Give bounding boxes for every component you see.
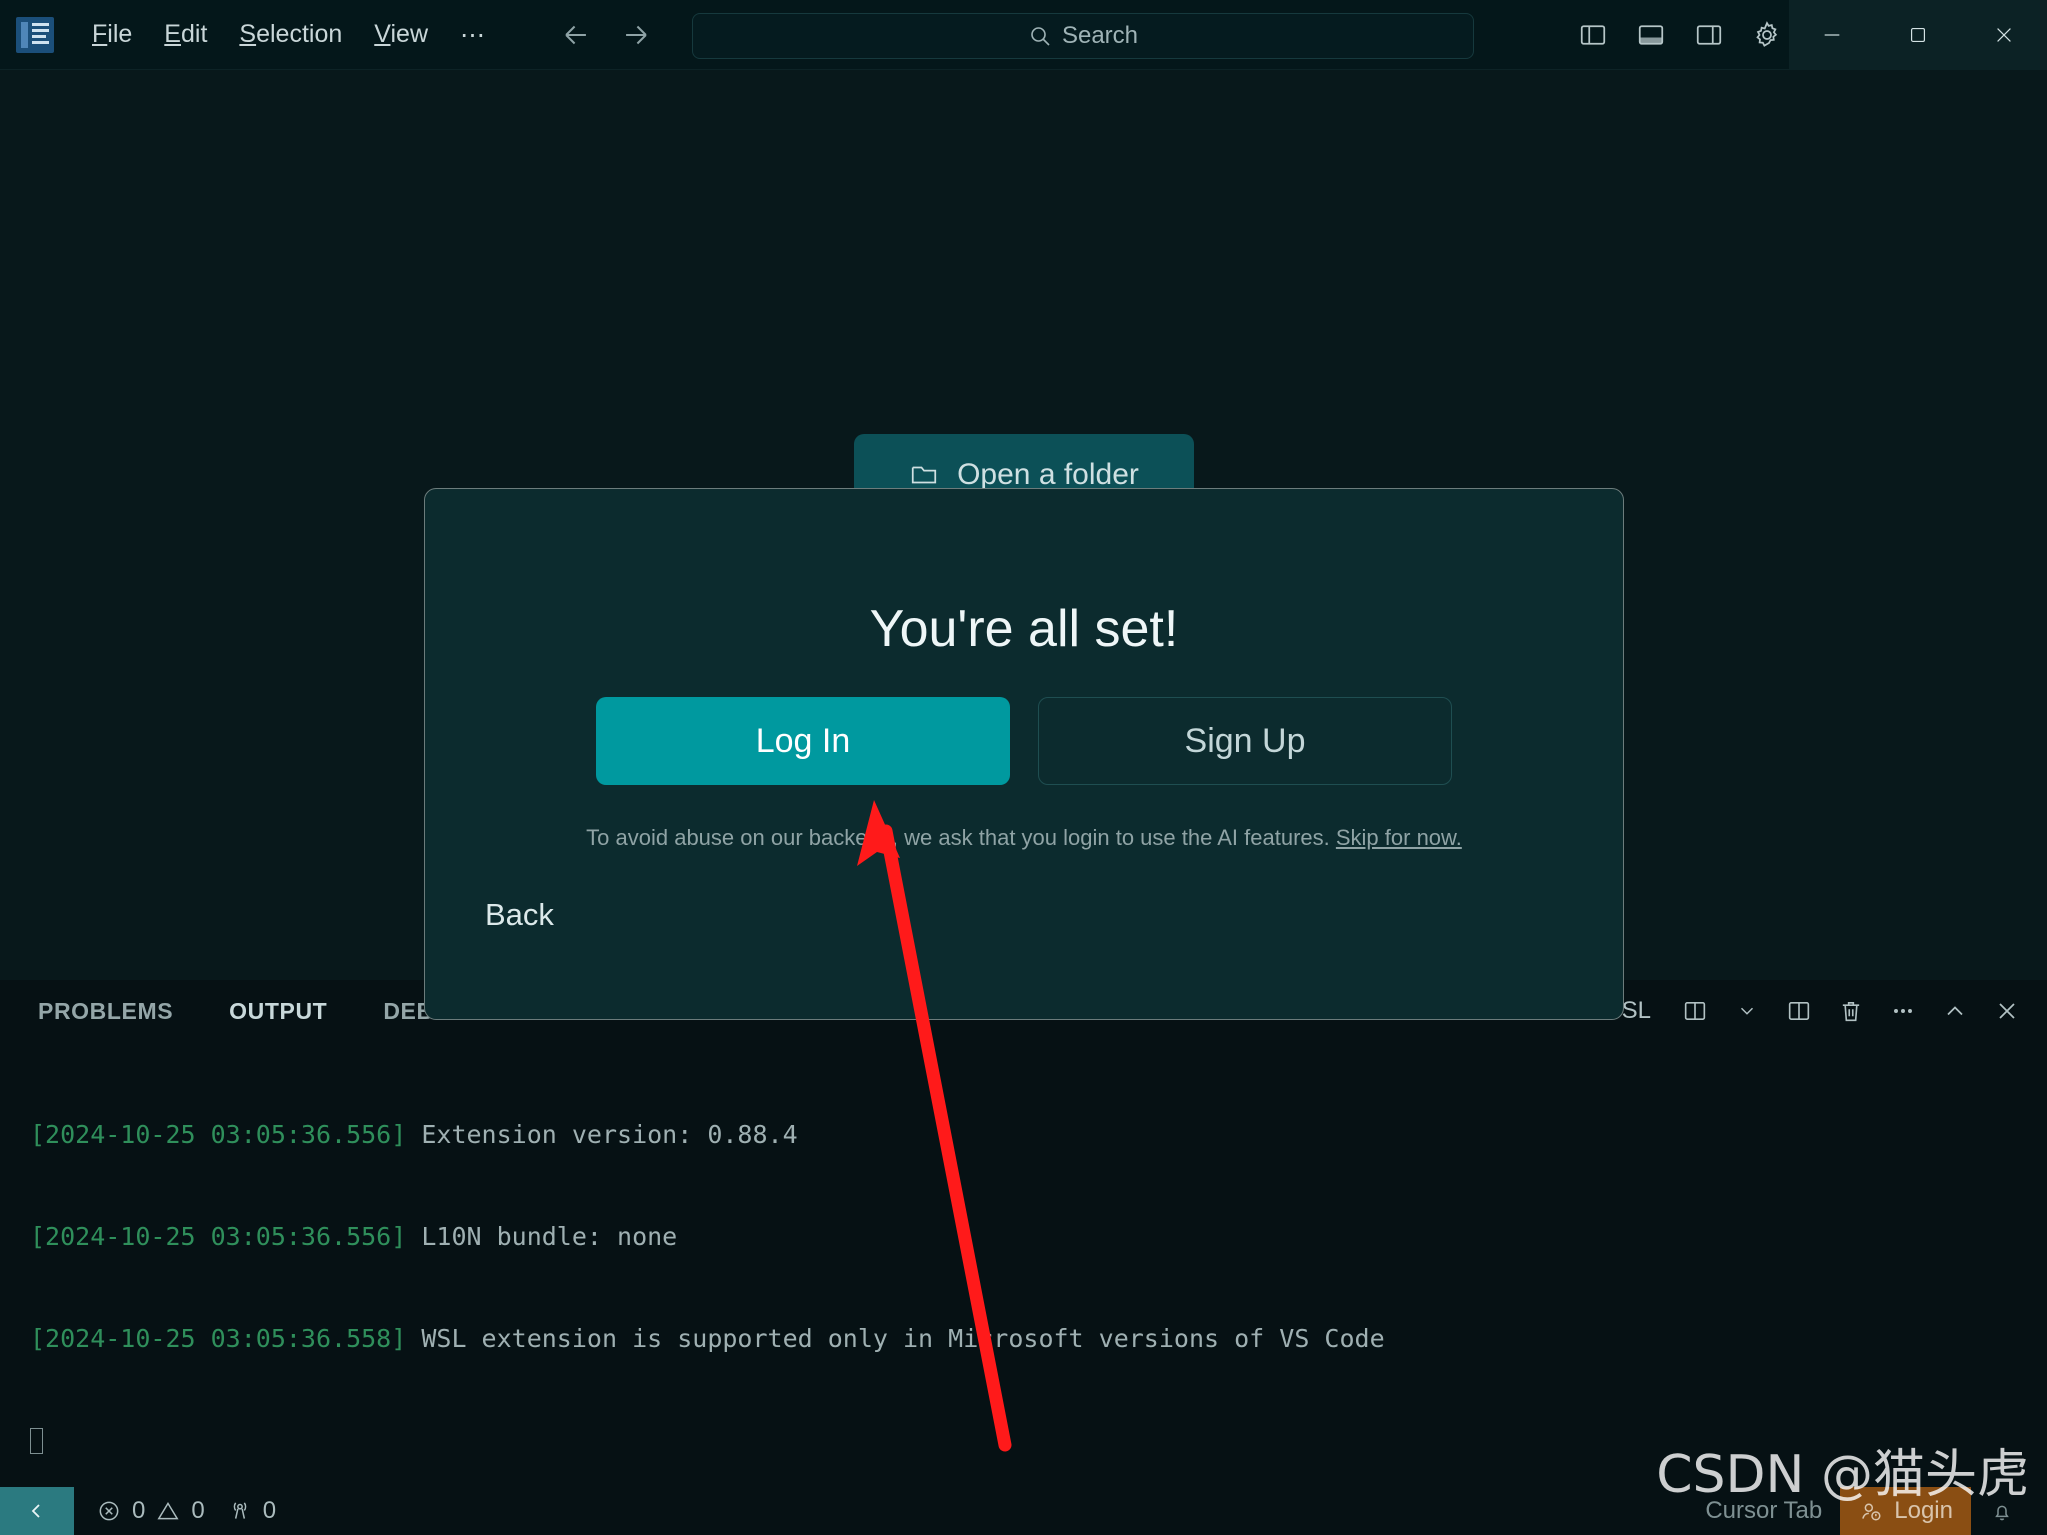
remote-window-icon[interactable] (0, 1487, 74, 1535)
search-placeholder-text: Search (1062, 22, 1138, 50)
output-source-label[interactable]: WSL (1599, 997, 1651, 1025)
log-timestamp: [2024-10-25 03:05:36.558] (30, 1324, 406, 1353)
maximize-panel-icon[interactable] (1933, 989, 1977, 1033)
minimize-icon[interactable] (1789, 0, 1875, 70)
search-input[interactable]: Search (692, 13, 1474, 59)
menu-selection-accel: S (239, 20, 256, 48)
editor-welcome-area: Open a folder (0, 70, 2047, 980)
menu-selection-rest: election (256, 20, 342, 48)
log-line: [2024-10-25 03:05:36.556] L10N bundle: n… (30, 1220, 2047, 1254)
app-window: File Edit Selection View ⋯ Search (0, 0, 2047, 1535)
open-folder-label: Open a folder (957, 458, 1139, 492)
search-icon (1028, 24, 1052, 48)
warning-count: 0 (191, 1497, 204, 1525)
log-line: [2024-10-25 03:05:36.556] Extension vers… (30, 1118, 2047, 1152)
log-timestamp: [2024-10-25 03:05:36.556] (30, 1222, 406, 1251)
error-circle-icon (96, 1498, 122, 1524)
toggle-primary-sidebar-icon[interactable] (1571, 13, 1615, 57)
radio-tower-icon (227, 1498, 253, 1524)
log-message: L10N bundle: none (406, 1222, 677, 1251)
status-problems[interactable]: 0 0 (96, 1497, 205, 1525)
titlebar-layout-controls (1571, 0, 1789, 70)
panel-tab-list: PROBLEMS OUTPUT DEBUG C (0, 980, 494, 1042)
log-timestamp: [2024-10-25 03:05:36.556] (30, 1120, 406, 1149)
close-icon[interactable] (1961, 0, 2047, 70)
open-folder-button[interactable]: Open a folder (854, 434, 1194, 516)
menu-selection[interactable]: Selection (223, 14, 358, 55)
tab-problems[interactable]: PROBLEMS (38, 998, 173, 1025)
close-panel-icon[interactable] (1985, 989, 2029, 1033)
menu-more-icon[interactable]: ⋯ (444, 28, 504, 42)
menu-file-rest: ile (107, 20, 132, 48)
toggle-panel-icon[interactable] (1629, 13, 1673, 57)
warning-triangle-icon (155, 1498, 181, 1524)
maximize-icon[interactable] (1875, 0, 1961, 70)
menu-edit[interactable]: Edit (148, 14, 223, 55)
menu-file-accel: F (92, 20, 107, 48)
text-cursor (30, 1428, 43, 1454)
menu-view-rest: iew (390, 20, 428, 48)
ports-count: 0 (263, 1497, 276, 1525)
more-actions-icon[interactable] (1881, 989, 1925, 1033)
trash-icon[interactable] (1829, 989, 1873, 1033)
panel-actions: WSL (1599, 980, 2029, 1042)
navigation-arrows (556, 15, 656, 55)
toggle-secondary-sidebar-icon[interactable] (1687, 13, 1731, 57)
log-message: WSL extension is supported only in Micro… (406, 1324, 1384, 1353)
menu-file[interactable]: File (76, 14, 148, 55)
app-logo-icon (16, 17, 54, 53)
menu-edit-rest: dit (181, 20, 207, 48)
arrow-left-icon[interactable] (556, 15, 596, 55)
tab-debug-console[interactable]: DEBUG C (383, 998, 493, 1025)
gear-icon[interactable] (1745, 13, 1789, 57)
arrow-right-icon[interactable] (616, 15, 656, 55)
log-line: [2024-10-25 03:05:36.558] WSL extension … (30, 1322, 2047, 1356)
chevron-down-icon[interactable] (1725, 989, 1769, 1033)
error-count: 0 (132, 1497, 145, 1525)
folder-icon (909, 460, 939, 490)
csdn-watermark: CSDN @猫头虎 (1656, 1432, 2029, 1507)
status-ports[interactable]: 0 (227, 1497, 276, 1525)
split-editor-icon[interactable] (1777, 989, 1821, 1033)
log-message: Extension version: 0.88.4 (406, 1120, 797, 1149)
menu-view[interactable]: View (358, 14, 444, 55)
tab-output[interactable]: OUTPUT (229, 998, 327, 1025)
menu-view-accel: V (374, 20, 390, 48)
menu-edit-accel: E (164, 20, 181, 48)
title-bar: File Edit Selection View ⋯ Search (0, 0, 2047, 70)
split-panel-dropdown-icon[interactable] (1673, 989, 1717, 1033)
window-controls (1789, 0, 2047, 70)
